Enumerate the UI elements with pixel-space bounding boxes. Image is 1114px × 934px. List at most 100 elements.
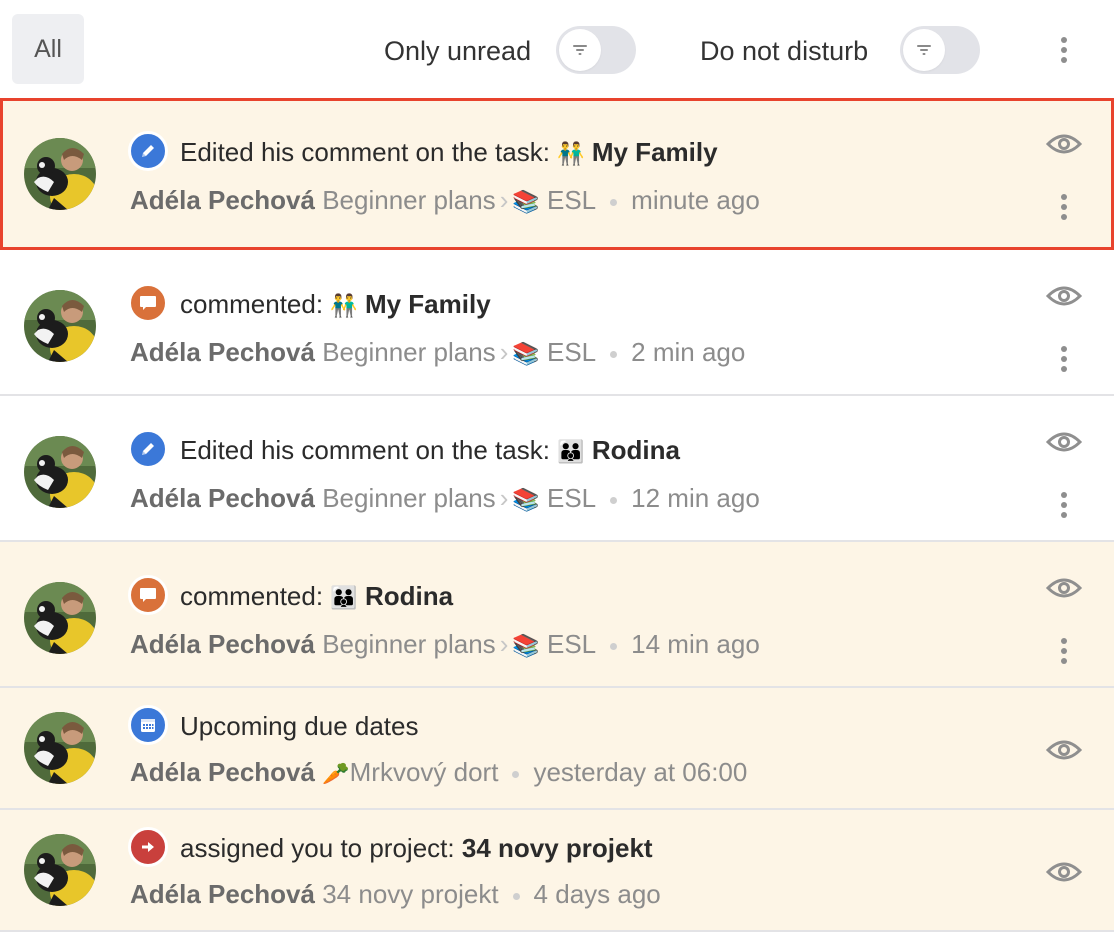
chevron-right-icon: › (499, 483, 509, 513)
more-vertical-icon[interactable] (1052, 33, 1076, 67)
separator-dot (610, 642, 618, 650)
task-emoji: 👬 (557, 142, 585, 167)
eye-icon[interactable] (1045, 132, 1083, 156)
author-name[interactable]: Adéla Pechová (130, 629, 315, 659)
task-emoji: 👪 (557, 440, 585, 465)
more-vertical-icon[interactable] (1052, 488, 1076, 522)
notification-action: Edited his comment on the task: (180, 435, 550, 465)
notification-action: assigned you to project: (180, 833, 455, 863)
filter-icon (559, 29, 601, 71)
section-link[interactable]: ESL (547, 337, 596, 367)
notification-meta: Adéla Pechová Beginner plans › 📚 ESL 2 min … (130, 336, 745, 371)
comment-icon (128, 575, 168, 615)
notification-meta: Adéla Pechová 🥕Mrkvový dort yesterday at … (130, 756, 747, 791)
separator-dot (610, 350, 618, 358)
timestamp: minute ago (631, 185, 760, 215)
notification-row[interactable]: Upcoming due dates Adéla Pechová 🥕Mrkvový… (0, 688, 1114, 810)
notification-title: Edited his comment on the task: 👬 My Fam… (180, 136, 718, 171)
avatar (24, 834, 96, 906)
section-emoji: 📚 (512, 488, 540, 513)
project-link[interactable]: Beginner plans (322, 629, 495, 659)
avatar (24, 436, 96, 508)
timestamp: 12 min ago (631, 483, 760, 513)
notification-title: commented: 👬 My Family (180, 288, 491, 323)
author-name[interactable]: Adéla Pechová (130, 879, 315, 909)
chevron-right-icon: › (499, 337, 509, 367)
notification-meta: Adéla Pechová Beginner plans › 📚 ESL 14 min… (130, 628, 760, 663)
author-name[interactable]: Adéla Pechová (130, 185, 315, 215)
comment-icon (128, 283, 168, 323)
avatar (24, 582, 96, 654)
notification-target-link[interactable]: Rodina (592, 435, 680, 465)
notification-target-link[interactable]: My Family (365, 289, 491, 319)
eye-icon[interactable] (1045, 738, 1083, 762)
task-emoji: 👪 (330, 586, 358, 611)
separator-dot (512, 892, 520, 900)
section-emoji: 📚 (512, 342, 540, 367)
timestamp: yesterday at 06:00 (533, 757, 748, 787)
notification-title: assigned you to project: 34 novy projekt (180, 832, 653, 864)
notification-meta: Adéla Pechová Beginner plans › 📚 ESL minute… (130, 184, 760, 219)
notification-row[interactable]: Edited his comment on the task: 👬 My Fam… (0, 98, 1114, 250)
project-link[interactable]: Mrkvový dort (350, 757, 499, 787)
notification-target-link[interactable]: My Family (592, 137, 718, 167)
eye-icon[interactable] (1045, 576, 1083, 600)
notification-action: commented: (180, 289, 324, 319)
arrow-right-icon (128, 827, 168, 867)
section-link[interactable]: ESL (547, 483, 596, 513)
section-emoji: 📚 (512, 190, 540, 215)
author-name[interactable]: Adéla Pechová (130, 757, 315, 787)
notification-row[interactable]: commented: 👬 My Family Adéla Pechová Begi… (0, 250, 1114, 396)
separator-dot (610, 198, 618, 206)
do-not-disturb-label: Do not disturb (700, 36, 869, 66)
pencil-icon (128, 131, 168, 171)
chevron-right-icon: › (499, 629, 509, 659)
section-emoji: 📚 (512, 634, 540, 659)
timestamp: 4 days ago (533, 879, 661, 909)
notification-meta: Adéla Pechová 34 novy projekt 4 days ago (130, 878, 661, 910)
notification-title: commented: 👪 Rodina (180, 580, 453, 615)
notification-title: Edited his comment on the task: 👪 Rodina (180, 434, 680, 469)
author-name[interactable]: Adéla Pechová (130, 483, 315, 513)
notification-row[interactable]: commented: 👪 Rodina Adéla Pechová Beginne… (0, 542, 1114, 688)
project-link[interactable]: Beginner plans (322, 185, 495, 215)
project-link[interactable]: Beginner plans (322, 483, 495, 513)
notification-action: Edited his comment on the task: (180, 137, 550, 167)
author-name[interactable]: Adéla Pechová (130, 337, 315, 367)
notification-list: Edited his comment on the task: 👬 My Fam… (0, 98, 1114, 932)
timestamp: 2 min ago (631, 337, 746, 367)
project-emoji: 🥕 (322, 762, 350, 787)
notification-action: commented: (180, 581, 324, 611)
notification-row[interactable]: Edited his comment on the task: 👪 Rodina… (0, 396, 1114, 542)
avatar (24, 138, 96, 210)
more-vertical-icon[interactable] (1052, 634, 1076, 668)
avatar (24, 290, 96, 362)
notification-meta: Adéla Pechová Beginner plans › 📚 ESL 12 min… (130, 482, 760, 517)
notification-target-link[interactable]: 34 novy projekt (462, 833, 653, 863)
eye-icon[interactable] (1045, 430, 1083, 454)
separator-dot (512, 770, 520, 778)
notification-row[interactable]: assigned you to project: 34 novy projekt… (0, 810, 1114, 932)
task-emoji: 👬 (330, 294, 358, 319)
project-link[interactable]: 34 novy projekt (322, 879, 498, 909)
only-unread-toggle[interactable] (556, 26, 636, 74)
project-link[interactable]: Beginner plans (322, 337, 495, 367)
more-vertical-icon[interactable] (1052, 342, 1076, 376)
eye-icon[interactable] (1045, 284, 1083, 308)
only-unread-label: Only unread (384, 36, 532, 66)
pencil-icon (128, 429, 168, 469)
chevron-right-icon: › (499, 185, 509, 215)
all-filter-button[interactable]: All (12, 14, 84, 84)
notifications-toolbar: All Only unread Do not disturb (0, 0, 1114, 98)
calendar-icon (128, 705, 168, 745)
more-vertical-icon[interactable] (1052, 190, 1076, 224)
do-not-disturb-toggle[interactable] (900, 26, 980, 74)
notification-title: Upcoming due dates (180, 710, 418, 742)
notification-action: Upcoming due dates (180, 711, 419, 741)
notification-target-link[interactable]: Rodina (365, 581, 453, 611)
eye-icon[interactable] (1045, 860, 1083, 884)
section-link[interactable]: ESL (547, 629, 596, 659)
section-link[interactable]: ESL (547, 185, 596, 215)
avatar (24, 712, 96, 784)
filter-icon (903, 29, 945, 71)
